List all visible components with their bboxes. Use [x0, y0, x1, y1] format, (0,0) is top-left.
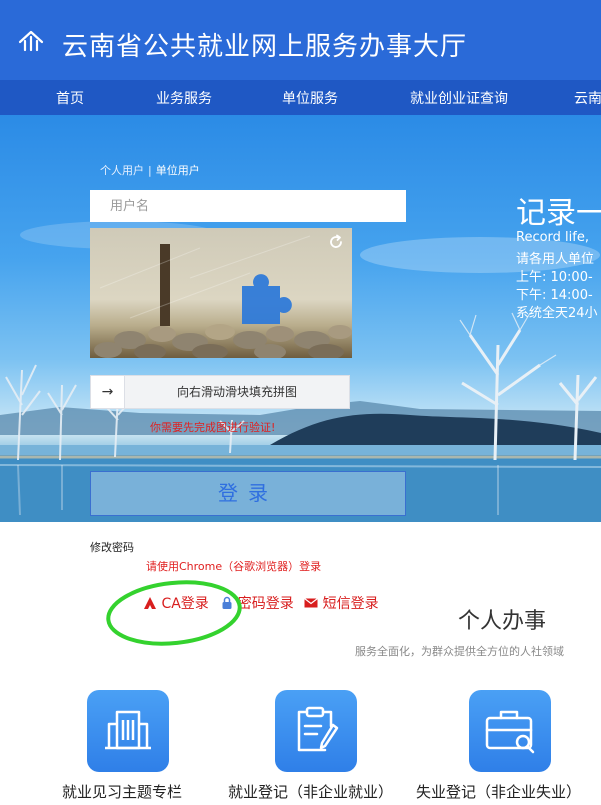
- unemployment-registration-label[interactable]: 失业登记（非企业失业）: [416, 781, 581, 802]
- envelope-icon: [304, 598, 319, 608]
- site-header: 云南省公共就业网上服务办事大厅: [0, 0, 601, 80]
- slogan-line-morning-hours: 上午: 10:00-: [516, 270, 593, 285]
- personal-affairs-title: 个人办事: [458, 609, 547, 634]
- nav-item-yunnan[interactable]: 云南: [574, 88, 601, 108]
- username-input[interactable]: [90, 190, 406, 222]
- login-button[interactable]: 登录: [90, 471, 406, 516]
- slogan-line-system-hours: 系统全天24小: [516, 306, 598, 321]
- slider-handle-arrow-icon[interactable]: →: [91, 376, 125, 408]
- unemployment-registration-tile[interactable]: [469, 690, 551, 772]
- nav-item-employment-certificate-query[interactable]: 就业创业证查询: [410, 88, 508, 108]
- main-nav: 首页 业务服务 单位服务 就业创业证查询 云南: [0, 80, 601, 115]
- slogan-line-afternoon-hours: 下午: 14:00-: [516, 288, 593, 303]
- user-type-tabs: 个人用户 | 单位用户: [100, 162, 200, 178]
- slogan-title: 记录一: [516, 196, 601, 231]
- tab-personal-user[interactable]: 个人用户: [100, 164, 144, 177]
- slogan-line-english: Record life,: [516, 230, 589, 245]
- captcha-photo: [90, 228, 352, 358]
- tab-separator: |: [148, 164, 152, 177]
- nav-item-home[interactable]: 首页: [56, 88, 84, 108]
- employment-internship-label[interactable]: 就业见习主题专栏: [62, 781, 182, 802]
- page: 云南省公共就业网上服务办事大厅 首页 业务服务 单位服务 就业创业证查询 云南: [0, 0, 601, 805]
- chrome-browser-tip: 请使用Chrome（谷歌浏览器）登录: [146, 560, 322, 573]
- site-title: 云南省公共就业网上服务办事大厅: [62, 32, 468, 62]
- highlight-circle-annotation: [106, 580, 242, 646]
- building-icon: [105, 710, 151, 750]
- slider-hint-text: 向右滑动滑块填充拼图: [176, 385, 297, 399]
- sms-login-link[interactable]: 短信登录: [323, 596, 379, 612]
- captcha-slider[interactable]: → 向右滑动滑块填充拼图: [90, 375, 350, 409]
- change-password-link[interactable]: 修改密码: [90, 539, 134, 555]
- house-arrow-logo-icon: [18, 30, 44, 52]
- nav-item-unit-services[interactable]: 单位服务: [282, 88, 338, 108]
- employment-registration-label[interactable]: 就业登记（非企业就业）: [228, 781, 393, 802]
- briefcase-search-icon: [485, 710, 535, 754]
- slogan-line-notice: 请各用人单位: [516, 252, 595, 267]
- verify-error-message: 你需要先完成图进行验证!: [150, 421, 276, 434]
- personal-affairs-subtitle: 服务全面化，为群众提供全方位的人社领域: [355, 645, 564, 658]
- puzzle-captcha-image: [90, 228, 352, 358]
- employment-internship-tile[interactable]: [87, 690, 169, 772]
- nav-item-business-services[interactable]: 业务服务: [156, 88, 212, 108]
- password-login-link[interactable]: 密码登录: [238, 596, 294, 612]
- tab-unit-user[interactable]: 单位用户: [156, 164, 200, 177]
- clipboard-edit-icon: [297, 706, 339, 752]
- refresh-icon[interactable]: [328, 234, 344, 250]
- employment-registration-tile[interactable]: [275, 690, 357, 772]
